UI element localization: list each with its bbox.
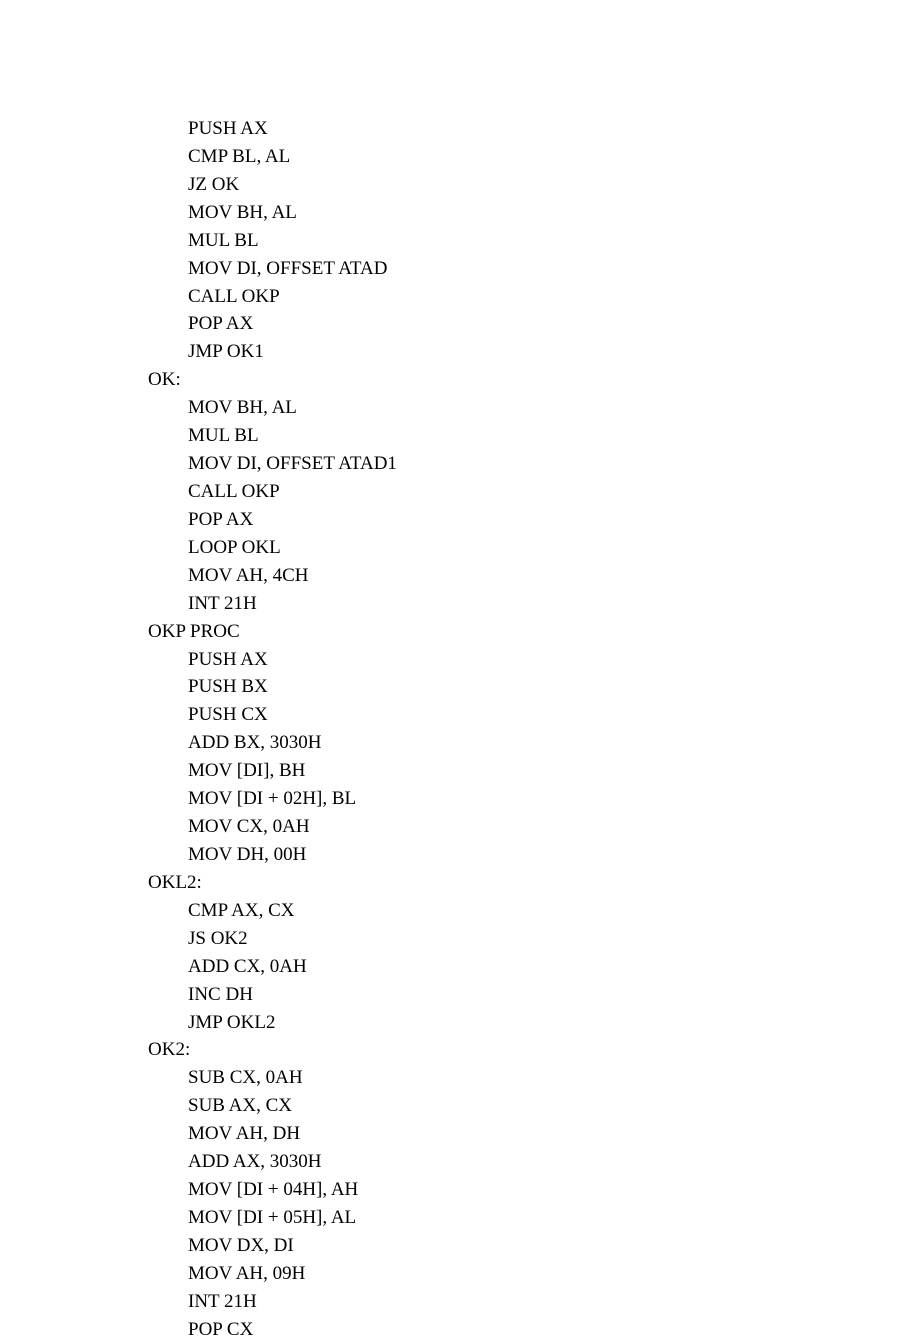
code-line: INC DH xyxy=(148,981,920,1009)
code-line: CALL OKP xyxy=(148,283,920,311)
code-line: MOV [DI + 05H], AL xyxy=(148,1204,920,1232)
code-line: MOV DI, OFFSET ATAD1 xyxy=(148,450,920,478)
code-line: JS OK2 xyxy=(148,925,920,953)
code-line: MOV [DI + 04H], AH xyxy=(148,1176,920,1204)
code-line: MOV CX, 0AH xyxy=(148,813,920,841)
code-line: OK2: xyxy=(148,1036,920,1064)
code-line: MUL BL xyxy=(148,422,920,450)
code-line: SUB AX, CX xyxy=(148,1092,920,1120)
code-line: POP AX xyxy=(148,310,920,338)
code-line: ADD BX, 3030H xyxy=(148,729,920,757)
code-line: INT 21H xyxy=(148,590,920,618)
code-line: OKL2: xyxy=(148,869,920,897)
code-line: JZ OK xyxy=(148,171,920,199)
code-line: JMP OK1 xyxy=(148,338,920,366)
code-line: MOV DX, DI xyxy=(148,1232,920,1260)
code-line: PUSH CX xyxy=(148,701,920,729)
code-line: MUL BL xyxy=(148,227,920,255)
code-block: PUSH AXCMP BL, ALJZ OKMOV BH, ALMUL BLMO… xyxy=(148,115,920,1344)
code-line: MOV BH, AL xyxy=(148,394,920,422)
code-line: CALL OKP xyxy=(148,478,920,506)
code-line: ADD CX, 0AH xyxy=(148,953,920,981)
code-line: OKP PROC xyxy=(148,618,920,646)
code-line: PUSH AX xyxy=(148,115,920,143)
code-line: OK: xyxy=(148,366,920,394)
code-line: MOV BH, AL xyxy=(148,199,920,227)
code-line: MOV AH, DH xyxy=(148,1120,920,1148)
code-line: MOV DH, 00H xyxy=(148,841,920,869)
code-line: MOV [DI], BH xyxy=(148,757,920,785)
code-line: LOOP OKL xyxy=(148,534,920,562)
code-line: POP AX xyxy=(148,506,920,534)
code-line: MOV DI, OFFSET ATAD xyxy=(148,255,920,283)
code-line: MOV [DI + 02H], BL xyxy=(148,785,920,813)
code-line: CMP AX, CX xyxy=(148,897,920,925)
code-line: JMP OKL2 xyxy=(148,1009,920,1037)
code-line: ADD AX, 3030H xyxy=(148,1148,920,1176)
code-line: MOV AH, 09H xyxy=(148,1260,920,1288)
code-line: PUSH AX xyxy=(148,646,920,674)
code-line: POP CX xyxy=(148,1316,920,1344)
code-line: CMP BL, AL xyxy=(148,143,920,171)
code-line: MOV AH, 4CH xyxy=(148,562,920,590)
code-line: PUSH BX xyxy=(148,673,920,701)
code-line: SUB CX, 0AH xyxy=(148,1064,920,1092)
